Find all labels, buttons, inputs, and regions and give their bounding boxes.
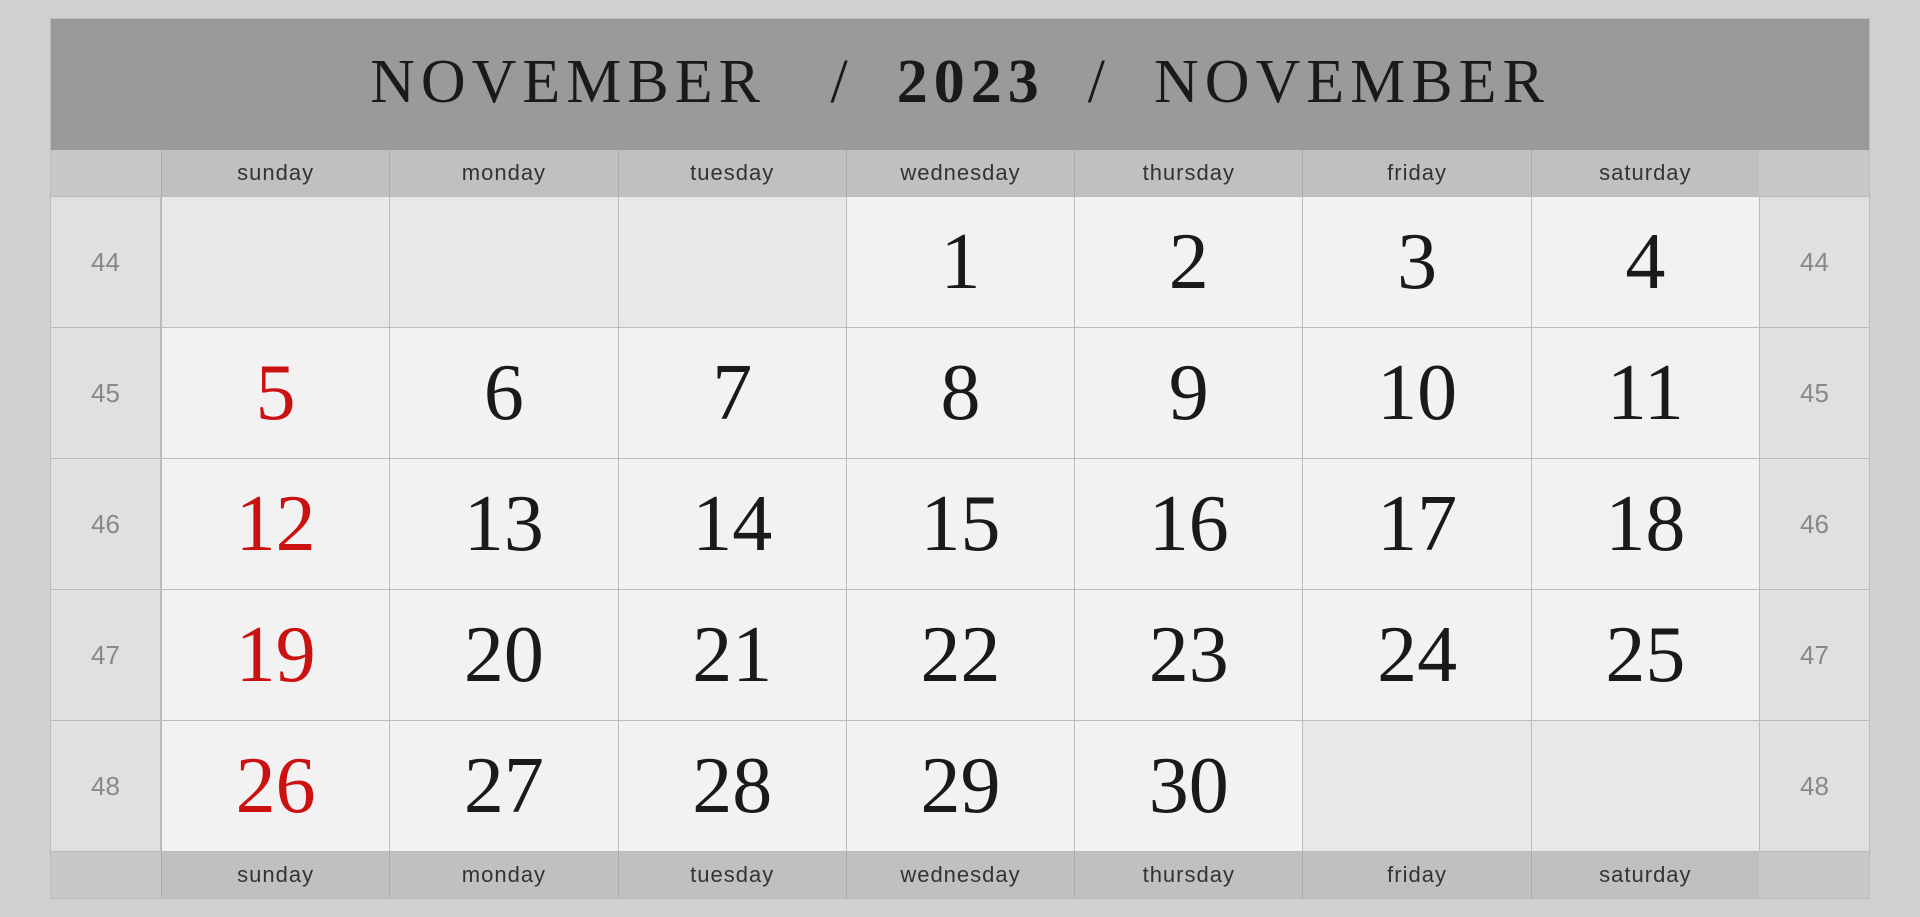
day-cell-2[interactable]: 2 (1074, 197, 1302, 327)
month-right: NOVEMBER (1154, 48, 1550, 116)
separator1: / (831, 48, 854, 116)
day-cell-empty-sat[interactable] (1531, 721, 1759, 851)
day-cell-empty[interactable] (618, 197, 846, 327)
day-cell-13[interactable]: 13 (389, 459, 617, 589)
day-cell-16[interactable]: 16 (1074, 459, 1302, 589)
week-number-44-right: 44 (1759, 197, 1869, 327)
day-cell-empty[interactable] (161, 197, 389, 327)
footer-monday: monday (389, 852, 617, 898)
week-row-48: 48 26 27 28 29 30 48 (51, 720, 1869, 851)
week-header-spacer-left (51, 150, 161, 196)
day-cell-19[interactable]: 19 (161, 590, 389, 720)
day-cell-17[interactable]: 17 (1302, 459, 1530, 589)
week-number-47-left: 47 (51, 590, 161, 720)
header-wednesday: wednesday (846, 150, 1074, 196)
day-cell-10[interactable]: 10 (1302, 328, 1530, 458)
header-thursday: thursday (1074, 150, 1302, 196)
day-cell-8[interactable]: 8 (846, 328, 1074, 458)
footer-sunday: sunday (161, 852, 389, 898)
day-cell-21[interactable]: 21 (618, 590, 846, 720)
day-headers-top: sunday monday tuesday wednesday thursday… (51, 150, 1869, 196)
day-cell-30[interactable]: 30 (1074, 721, 1302, 851)
calendar-header: NOVEMBER / 2023 / NOVEMBER (51, 19, 1869, 150)
week-row-47: 47 19 20 21 22 23 24 25 47 (51, 589, 1869, 720)
day-cell-18[interactable]: 18 (1531, 459, 1759, 589)
header-saturday: saturday (1531, 150, 1759, 196)
calendar: NOVEMBER / 2023 / NOVEMBER sunday monday… (50, 18, 1870, 899)
day-cell-6[interactable]: 6 (389, 328, 617, 458)
day-cell-5[interactable]: 5 (161, 328, 389, 458)
calendar-grid: 44 1 2 3 4 44 45 5 6 7 8 9 10 11 45 46 1… (51, 196, 1869, 851)
week-number-44-left: 44 (51, 197, 161, 327)
month-left: NOVEMBER (370, 48, 766, 116)
footer-thursday: thursday (1074, 852, 1302, 898)
week-number-48-left: 48 (51, 721, 161, 851)
day-cell-12[interactable]: 12 (161, 459, 389, 589)
week-number-46-left: 46 (51, 459, 161, 589)
day-cell-28[interactable]: 28 (618, 721, 846, 851)
day-cell-25[interactable]: 25 (1531, 590, 1759, 720)
day-cell-23[interactable]: 23 (1074, 590, 1302, 720)
footer-friday: friday (1302, 852, 1530, 898)
header-monday: monday (389, 150, 617, 196)
footer-tuesday: tuesday (618, 852, 846, 898)
day-cell-4[interactable]: 4 (1531, 197, 1759, 327)
week-footer-spacer-right (1759, 852, 1869, 898)
year: 2023 (897, 48, 1045, 116)
header-sunday: sunday (161, 150, 389, 196)
week-number-45-left: 45 (51, 328, 161, 458)
footer-saturday: saturday (1531, 852, 1759, 898)
header-tuesday: tuesday (618, 150, 846, 196)
day-cell-empty-fri[interactable] (1302, 721, 1530, 851)
day-cell-9[interactable]: 9 (1074, 328, 1302, 458)
header-title: NOVEMBER / 2023 / NOVEMBER (370, 48, 1550, 116)
week-number-47-right: 47 (1759, 590, 1869, 720)
week-row-44: 44 1 2 3 4 44 (51, 196, 1869, 327)
week-row-46: 46 12 13 14 15 16 17 18 46 (51, 458, 1869, 589)
week-number-45-right: 45 (1759, 328, 1869, 458)
day-cell-3[interactable]: 3 (1302, 197, 1530, 327)
week-number-48-right: 48 (1759, 721, 1869, 851)
day-cell-27[interactable]: 27 (389, 721, 617, 851)
day-cell-26[interactable]: 26 (161, 721, 389, 851)
week-footer-spacer-left (51, 852, 161, 898)
day-cell-empty[interactable] (389, 197, 617, 327)
day-cell-7[interactable]: 7 (618, 328, 846, 458)
day-cell-15[interactable]: 15 (846, 459, 1074, 589)
day-headers-bottom: sunday monday tuesday wednesday thursday… (51, 851, 1869, 898)
week-number-46-right: 46 (1759, 459, 1869, 589)
day-cell-1[interactable]: 1 (846, 197, 1074, 327)
day-cell-24[interactable]: 24 (1302, 590, 1530, 720)
separator2: / (1088, 48, 1111, 116)
day-cell-20[interactable]: 20 (389, 590, 617, 720)
week-header-spacer-right (1759, 150, 1869, 196)
day-cell-29[interactable]: 29 (846, 721, 1074, 851)
header-friday: friday (1302, 150, 1530, 196)
week-row-45: 45 5 6 7 8 9 10 11 45 (51, 327, 1869, 458)
footer-wednesday: wednesday (846, 852, 1074, 898)
day-cell-22[interactable]: 22 (846, 590, 1074, 720)
day-cell-14[interactable]: 14 (618, 459, 846, 589)
day-cell-11[interactable]: 11 (1531, 328, 1759, 458)
